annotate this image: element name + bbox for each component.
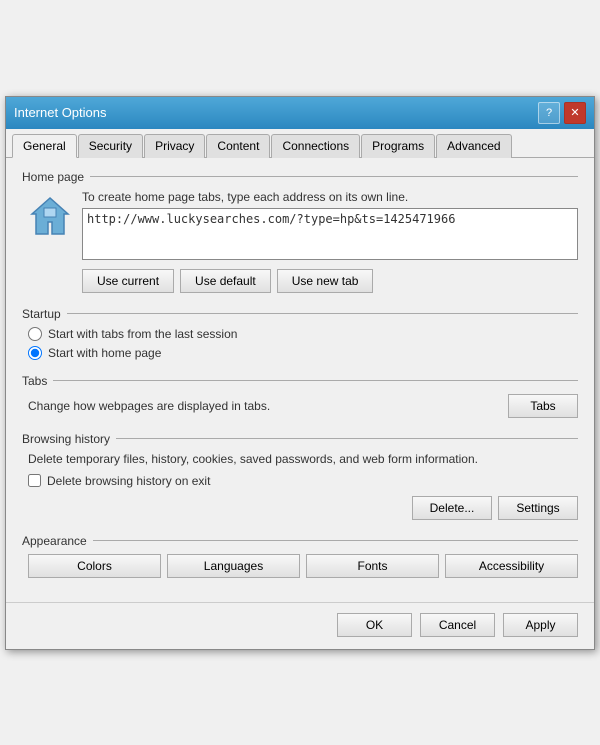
startup-last-session-radio[interactable] [28,327,42,341]
home-page-url-input[interactable] [82,208,578,260]
cancel-button[interactable]: Cancel [420,613,495,637]
home-page-title: Home page [22,170,578,184]
home-page-buttons: Use current Use default Use new tab [82,269,578,293]
delete-on-exit-label: Delete browsing history on exit [47,474,210,488]
fonts-button[interactable]: Fonts [306,554,439,578]
home-page-inner: To create home page tabs, type each addr… [28,190,578,293]
window-title: Internet Options [14,105,107,120]
use-new-tab-button[interactable]: Use new tab [277,269,374,293]
home-page-right: To create home page tabs, type each addr… [82,190,578,293]
title-buttons: ? ✕ [538,102,586,124]
startup-option-2-row: Start with home page [28,346,578,360]
startup-home-page-radio[interactable] [28,346,42,360]
browsing-history-title: Browsing history [22,432,578,446]
tabs-description: Change how webpages are displayed in tab… [28,399,508,413]
appearance-buttons: Colors Languages Fonts Accessibility [28,554,578,578]
tabs-button[interactable]: Tabs [508,394,578,418]
ok-button[interactable]: OK [337,613,412,637]
tab-connections[interactable]: Connections [271,134,360,158]
startup-home-page-label: Start with home page [48,346,161,360]
close-button[interactable]: ✕ [564,102,586,124]
home-page-section: Home page To create home page tabs, type… [22,170,578,293]
browsing-description: Delete temporary files, history, cookies… [28,452,578,466]
home-page-description: To create home page tabs, type each addr… [82,190,578,204]
tab-programs[interactable]: Programs [361,134,435,158]
delete-on-exit-checkbox[interactable] [28,474,41,487]
tab-advanced[interactable]: Advanced [436,134,511,158]
title-bar: Internet Options ? ✕ [6,97,594,129]
tab-security[interactable]: Security [78,134,143,158]
use-default-button[interactable]: Use default [180,269,271,293]
help-button[interactable]: ? [538,102,560,124]
settings-button[interactable]: Settings [498,496,578,520]
tab-privacy[interactable]: Privacy [144,134,205,158]
title-bar-left: Internet Options [14,105,107,120]
accessibility-button[interactable]: Accessibility [445,554,578,578]
tab-content-general: Home page To create home page tabs, type… [6,158,594,602]
browsing-history-section: Browsing history Delete temporary files,… [22,432,578,520]
delete-on-exit-row: Delete browsing history on exit [28,474,578,488]
startup-last-session-label: Start with tabs from the last session [48,327,237,341]
tab-general[interactable]: General [12,134,77,158]
startup-section: Startup Start with tabs from the last se… [22,307,578,360]
startup-option-1-row: Start with tabs from the last session [28,327,578,341]
delete-button[interactable]: Delete... [412,496,492,520]
tabs-section: Tabs Change how webpages are displayed i… [22,374,578,418]
apply-button[interactable]: Apply [503,613,578,637]
colors-button[interactable]: Colors [28,554,161,578]
tab-content[interactable]: Content [206,134,270,158]
appearance-section: Appearance Colors Languages Fonts Access… [22,534,578,578]
tab-bar: General Security Privacy Content Connect… [6,129,594,158]
startup-title: Startup [22,307,578,321]
appearance-title: Appearance [22,534,578,548]
use-current-button[interactable]: Use current [82,269,174,293]
internet-options-dialog: Internet Options ? ✕ General Security Pr… [5,96,595,650]
bottom-bar: OK Cancel Apply [6,602,594,649]
tabs-section-title: Tabs [22,374,578,388]
tabs-section-inner: Change how webpages are displayed in tab… [28,394,578,418]
browsing-section-inner: Delete temporary files, history, cookies… [28,452,578,520]
startup-options: Start with tabs from the last session St… [28,327,578,360]
delete-settings-buttons: Delete... Settings [28,496,578,520]
languages-button[interactable]: Languages [167,554,300,578]
home-icon [28,194,72,238]
